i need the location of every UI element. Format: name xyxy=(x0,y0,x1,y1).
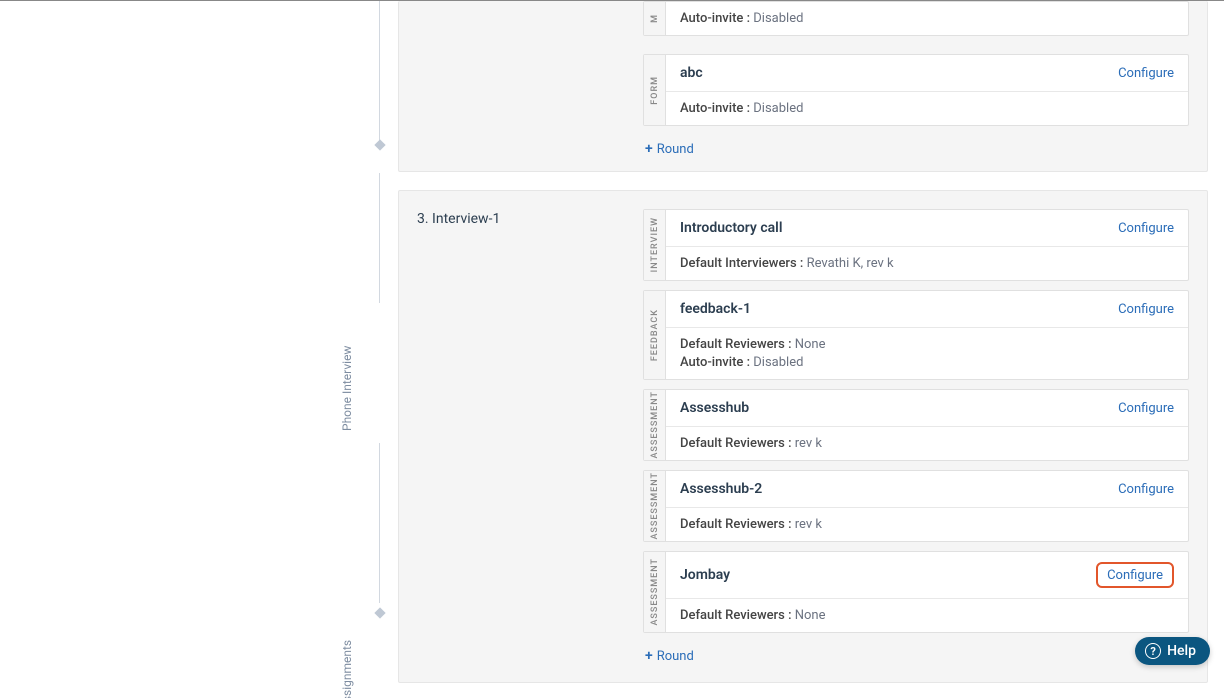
add-round-label: Round xyxy=(657,649,694,664)
configure-link-feedback1[interactable]: Configure xyxy=(1118,302,1174,317)
rail-label-assignments: Assignments xyxy=(340,635,354,698)
stage-2-partial: M Auto-invite : Disabled FORM abc xyxy=(398,1,1208,172)
round-type-label: M xyxy=(650,14,660,23)
configure-link-assesshub2[interactable]: Configure xyxy=(1118,482,1174,497)
detail-value: None xyxy=(792,608,826,623)
help-icon: ? xyxy=(1145,643,1161,659)
round-name: feedback-1 xyxy=(680,301,751,317)
add-round-button-stage3[interactable]: + Round xyxy=(643,642,1189,664)
round-name: Assesshub-2 xyxy=(680,481,762,497)
round-card-intro-call: INTERVIEW Introductory call Configure De… xyxy=(643,209,1189,281)
detail-label: Default Reviewers : xyxy=(680,517,792,532)
round-type-label: ASSESSMENT xyxy=(650,391,660,459)
configure-link-abc[interactable]: Configure xyxy=(1118,66,1174,81)
detail-value: rev k xyxy=(792,517,822,532)
detail-value: Disabled xyxy=(750,11,803,26)
round-name: Introductory call xyxy=(680,220,782,236)
round-type-label: FORM xyxy=(650,76,660,105)
detail-value: rev k xyxy=(792,436,822,451)
help-label: Help xyxy=(1167,643,1196,659)
round-type-label: ASSESSMENT xyxy=(650,472,660,540)
configure-link-intro-call[interactable]: Configure xyxy=(1118,221,1174,236)
add-round-button-prev[interactable]: + Round xyxy=(643,135,1189,157)
configure-link-jombay-highlighted[interactable]: Configure xyxy=(1096,562,1174,588)
detail-label: Default Reviewers : xyxy=(680,608,792,623)
detail-label: Auto-invite : xyxy=(680,11,750,26)
round-name: Jombay xyxy=(680,567,730,583)
round-name: Assesshub xyxy=(680,400,749,416)
round-type-label: ASSESSMENT xyxy=(650,558,660,626)
stage-2-title-placeholder xyxy=(417,1,627,157)
configure-link-assesshub[interactable]: Configure xyxy=(1118,401,1174,416)
round-name: abc xyxy=(680,65,703,81)
stage-3-interview: 3. Interview-1 INTERVIEW Introductory ca… xyxy=(398,190,1208,683)
detail-value: None xyxy=(792,337,826,352)
round-card-partial: M Auto-invite : Disabled xyxy=(643,1,1189,36)
round-type-label: FEEDBACK xyxy=(650,309,660,361)
detail-value: Disabled xyxy=(750,355,803,370)
round-card-jombay: ASSESSMENT Jombay Configure Default Revi… xyxy=(643,551,1189,633)
round-card-feedback1: FEEDBACK feedback-1 Configure Default Re… xyxy=(643,290,1189,380)
configure-link-text: Configure xyxy=(1107,568,1163,583)
round-type-label: INTERVIEW xyxy=(650,217,660,272)
plus-icon: + xyxy=(645,648,653,664)
help-button[interactable]: ? Help xyxy=(1135,637,1210,665)
round-card-assesshub2: ASSESSMENT Assesshub-2 Configure Default… xyxy=(643,470,1189,542)
add-round-label: Round xyxy=(657,142,694,157)
detail-label: Auto-invite : xyxy=(680,355,750,370)
detail-value: Disabled xyxy=(750,101,803,116)
detail-label: Default Reviewers : xyxy=(680,436,792,451)
detail-label: Default Reviewers : xyxy=(680,337,792,352)
rail-label-phone-interview: Phone Interview xyxy=(340,351,354,431)
detail-value: Revathi K, rev k xyxy=(803,256,893,271)
round-card-abc: FORM abc Configure Auto-invite : Disable… xyxy=(643,54,1189,126)
detail-label: Auto-invite : xyxy=(680,101,750,116)
stage-3-title: 3. Interview-1 xyxy=(417,209,627,664)
round-card-assesshub: ASSESSMENT Assesshub Configure Default R… xyxy=(643,389,1189,461)
detail-label: Default Interviewers : xyxy=(680,256,803,271)
plus-icon: + xyxy=(645,141,653,157)
